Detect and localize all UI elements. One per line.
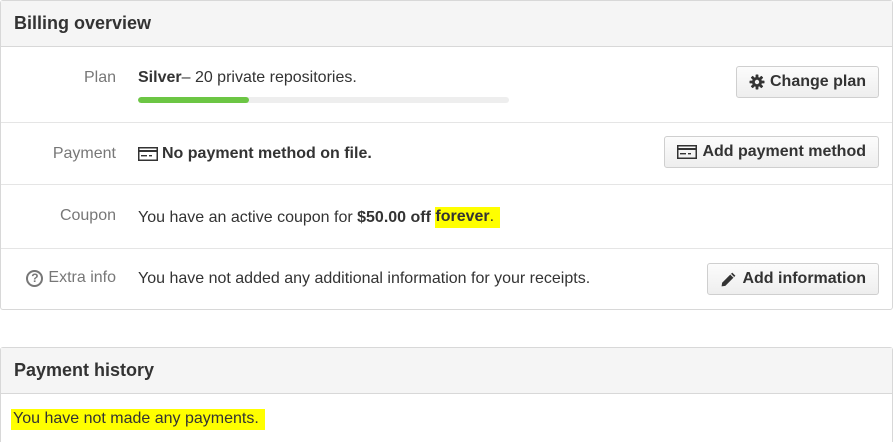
extra-info-value: You have not added any additional inform… [138, 270, 591, 287]
plan-value: Silver – 20 private repositories. [138, 69, 357, 87]
change-plan-button[interactable]: Change plan [735, 66, 879, 98]
coupon-suffix: . [489, 208, 495, 225]
payment-status: No payment method on file. [162, 145, 372, 162]
payment-history-body: You have not made any payments. [1, 394, 892, 443]
plan-description: – 20 private repositories. [181, 69, 357, 86]
pencil-icon [720, 271, 737, 288]
question-circle-icon[interactable]: ? [26, 269, 44, 287]
add-information-button[interactable]: Add information [707, 263, 879, 295]
coupon-duration-highlight: forever. [435, 207, 501, 228]
coupon-value: You have an active coupon for $50.00 off… [138, 207, 501, 228]
credit-card-icon [677, 145, 698, 159]
add-payment-method-button[interactable]: Add payment method [664, 136, 879, 168]
extra-info-label-wrap: ? Extra info [26, 269, 116, 287]
coupon-row: Coupon You have an active coupon for $50… [1, 185, 892, 249]
plan-label: Plan [83, 69, 116, 86]
extra-info-label: Extra info [48, 269, 116, 286]
payment-label: Payment [52, 145, 116, 162]
billing-overview-panel: Billing overview Plan Silver – 20 privat… [0, 0, 893, 310]
add-information-label: Add information [742, 270, 866, 287]
payment-row: Payment No payment method on file. Add p… [1, 123, 892, 185]
coupon-label: Coupon [59, 207, 116, 224]
change-plan-label: Change plan [769, 73, 866, 90]
plan-row: Plan Silver – 20 private repositories. C… [1, 47, 892, 123]
payment-history-title: Payment history [1, 348, 892, 394]
payment-history-message: You have not made any payments. [11, 409, 265, 430]
extra-info-row: ? Extra info You have not added any addi… [1, 249, 892, 310]
plan-usage-bar [138, 97, 509, 103]
plan-usage-fill [138, 97, 250, 103]
payment-value: No payment method on file. [138, 145, 372, 163]
coupon-amount: $50.00 off [357, 208, 431, 226]
add-payment-method-label: Add payment method [702, 143, 866, 160]
credit-card-icon [138, 147, 158, 161]
payment-history-panel: Payment history You have not made any pa… [0, 347, 893, 442]
plan-name: Silver [138, 69, 182, 86]
coupon-text: You have an active coupon for [138, 208, 358, 226]
coupon-duration: forever [435, 208, 490, 225]
gear-icon [749, 74, 765, 90]
billing-overview-title: Billing overview [1, 1, 892, 47]
